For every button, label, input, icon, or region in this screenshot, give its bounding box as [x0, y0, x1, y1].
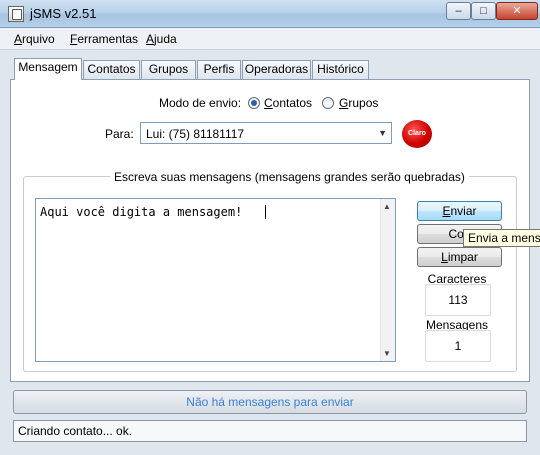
menu-ferramentas[interactable]: Ferramentas	[70, 32, 138, 46]
send-button[interactable]: Enviar	[417, 201, 502, 221]
menu-ajuda[interactable]: Ajuda	[146, 32, 177, 46]
tab-contatos[interactable]: Contatos	[83, 60, 140, 79]
menu-bar: Arquivo Ferramentas Ajuda	[0, 28, 540, 50]
tab-operadoras[interactable]: Operadoras	[242, 60, 311, 79]
compose-group-title: Escreva suas mensagens (mensagens grande…	[110, 170, 469, 184]
status-bar: Criando contato... ok.	[13, 420, 527, 442]
recipient-combo[interactable]: Lui: (75) 81181117 ▼	[140, 122, 392, 144]
radio-contatos-label[interactable]: Contatos	[264, 96, 312, 110]
window-title: jSMS v2.51	[30, 6, 97, 21]
tab-perfis[interactable]: Perfis	[197, 60, 241, 79]
close-button[interactable]: ✕	[496, 2, 538, 20]
send-progress-bar: Não há mensagens para enviar	[13, 390, 527, 414]
scroll-up-icon[interactable]: ▲	[383, 202, 391, 211]
radio-grupos[interactable]	[322, 97, 334, 109]
radio-grupos-label[interactable]: Grupos	[339, 96, 378, 110]
carrier-logo: Claro	[402, 120, 432, 148]
maximize-button[interactable]: □	[471, 2, 496, 20]
menu-arquivo[interactable]: Arquivo	[14, 32, 55, 46]
scroll-down-icon[interactable]: ▼	[383, 349, 391, 358]
chars-value: 113	[425, 284, 491, 316]
recipient-value: Lui: (75) 81181117	[146, 127, 245, 141]
text-caret	[265, 205, 266, 219]
chevron-down-icon[interactable]: ▼	[378, 128, 387, 138]
tab-grupos[interactable]: Grupos	[141, 60, 196, 79]
send-mode-label: Modo de envio:	[159, 96, 242, 110]
title-bar: jSMS v2.51 – □ ✕	[0, 0, 540, 28]
app-icon	[8, 6, 24, 22]
minimize-button[interactable]: –	[446, 2, 471, 20]
tab-historico[interactable]: Histórico	[312, 60, 369, 79]
message-textarea[interactable]: Aqui você digita a mensagem! ▲ ▼	[35, 198, 396, 362]
radio-contatos[interactable]	[248, 97, 260, 109]
clear-button[interactable]: Limpar	[417, 247, 502, 267]
messages-value: 1	[425, 330, 491, 362]
message-scrollbar[interactable]: ▲ ▼	[380, 199, 395, 361]
tab-mensagem[interactable]: Mensagem	[14, 58, 82, 80]
recipient-label: Para:	[105, 127, 134, 141]
message-text: Aqui você digita a mensagem!	[40, 205, 243, 219]
send-tooltip: Envia a mensagem	[463, 229, 540, 247]
